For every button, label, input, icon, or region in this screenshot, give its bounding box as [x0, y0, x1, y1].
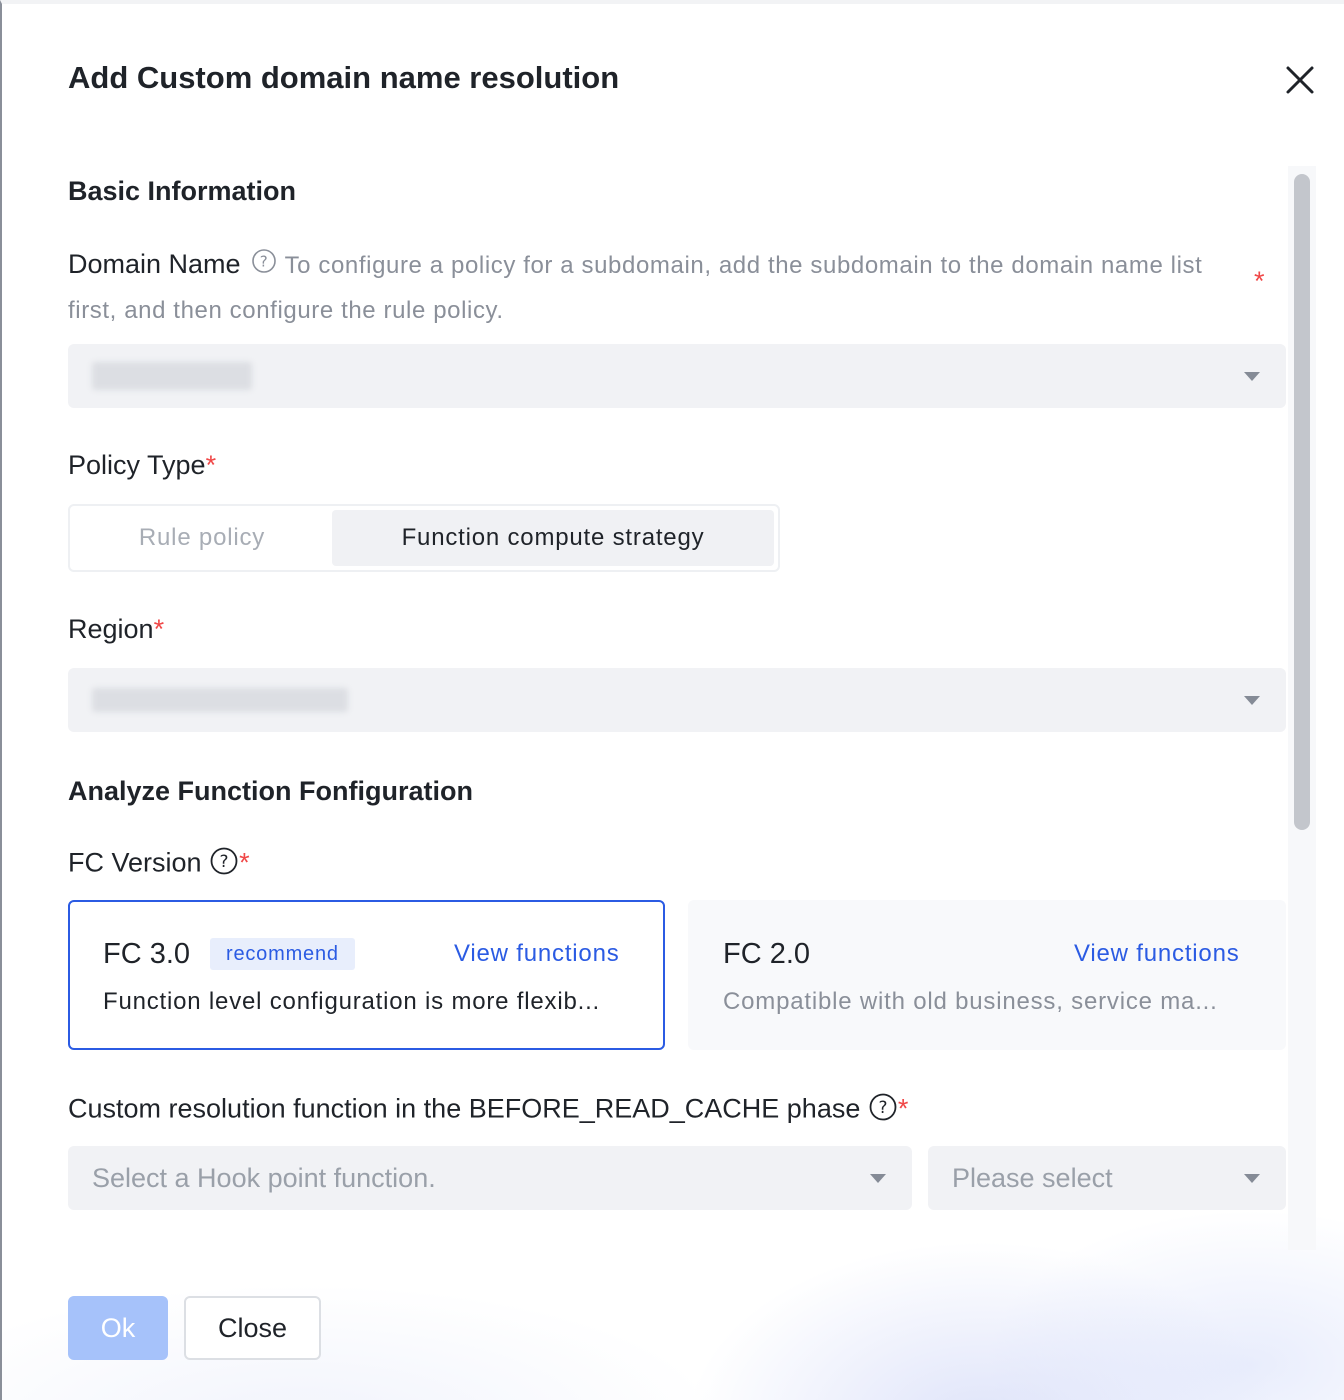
region-select[interactable] [68, 668, 1286, 732]
region-label: Region* [68, 614, 165, 644]
fc2-view-functions-link[interactable]: View functions [1074, 940, 1240, 968]
fc2-version-card[interactable]: FC 2.0 View functions Compatible with ol… [688, 900, 1286, 1050]
domain-name-label: Domain Name [68, 249, 241, 279]
dialog-title: Add Custom domain name resolution [68, 60, 620, 95]
help-circle-icon[interactable]: ? [209, 846, 239, 883]
redacted-value [92, 362, 252, 390]
chevron-down-icon [1244, 1174, 1260, 1183]
required-mark: * [153, 614, 165, 644]
close-button[interactable]: Close [184, 1296, 321, 1360]
hook-function-placeholder: Select a Hook point function. [92, 1163, 436, 1193]
policy-option-rule[interactable]: Rule policy [74, 510, 330, 566]
hook-function-select[interactable]: Select a Hook point function. [68, 1146, 912, 1210]
fc-version-label: FC Version ? * [68, 846, 250, 883]
svg-text:?: ? [259, 252, 268, 270]
fc3-view-functions-link[interactable]: View functions [454, 940, 620, 968]
svg-text:?: ? [220, 852, 229, 872]
fc2-title: FC 2.0 [723, 938, 811, 970]
fc3-title: FC 3.0 [103, 938, 191, 970]
scrollbar-thumb[interactable] [1294, 174, 1310, 830]
domain-name-field-label: Domain Name? To configure a policy for a … [68, 242, 1248, 333]
required-mark: * [205, 450, 217, 480]
hook-version-placeholder: Please select [952, 1163, 1113, 1193]
chevron-down-icon [1244, 372, 1260, 381]
fc3-description: Function level configuration is more fle… [103, 988, 601, 1015]
hook-version-select[interactable]: Please select [928, 1146, 1286, 1210]
section-title-analyze-function: Analyze Function Fonfiguration [68, 776, 473, 806]
add-domain-resolution-dialog: Add Custom domain name resolution Basic … [0, 0, 1344, 1400]
policy-type-label: Policy Type* [68, 450, 217, 480]
domain-name-select[interactable] [68, 344, 1286, 408]
required-mark: * [897, 1093, 909, 1124]
svg-text:?: ? [878, 1098, 887, 1118]
hook-function-label: Custom resolution function in the BEFORE… [68, 1092, 908, 1129]
required-mark: * [1254, 266, 1265, 296]
help-circle-icon[interactable]: ? [868, 1092, 898, 1129]
required-mark: * [239, 847, 250, 878]
policy-type-segmented-control: Rule policy Function compute strategy [68, 504, 780, 572]
redacted-value [92, 688, 348, 712]
help-circle-icon[interactable]: ? [251, 245, 277, 289]
chevron-down-icon [870, 1174, 886, 1183]
recommend-badge: recommend [210, 938, 355, 970]
fc3-version-card[interactable]: FC 3.0 recommend View functions Function… [68, 900, 665, 1050]
chevron-down-icon [1244, 696, 1260, 705]
fc2-description: Compatible with old business, service ma… [723, 988, 1218, 1015]
close-icon[interactable] [1280, 60, 1320, 100]
policy-option-function-compute[interactable]: Function compute strategy [332, 510, 774, 566]
ok-button[interactable]: Ok [68, 1296, 168, 1360]
section-title-basic-information: Basic Information [68, 176, 297, 206]
